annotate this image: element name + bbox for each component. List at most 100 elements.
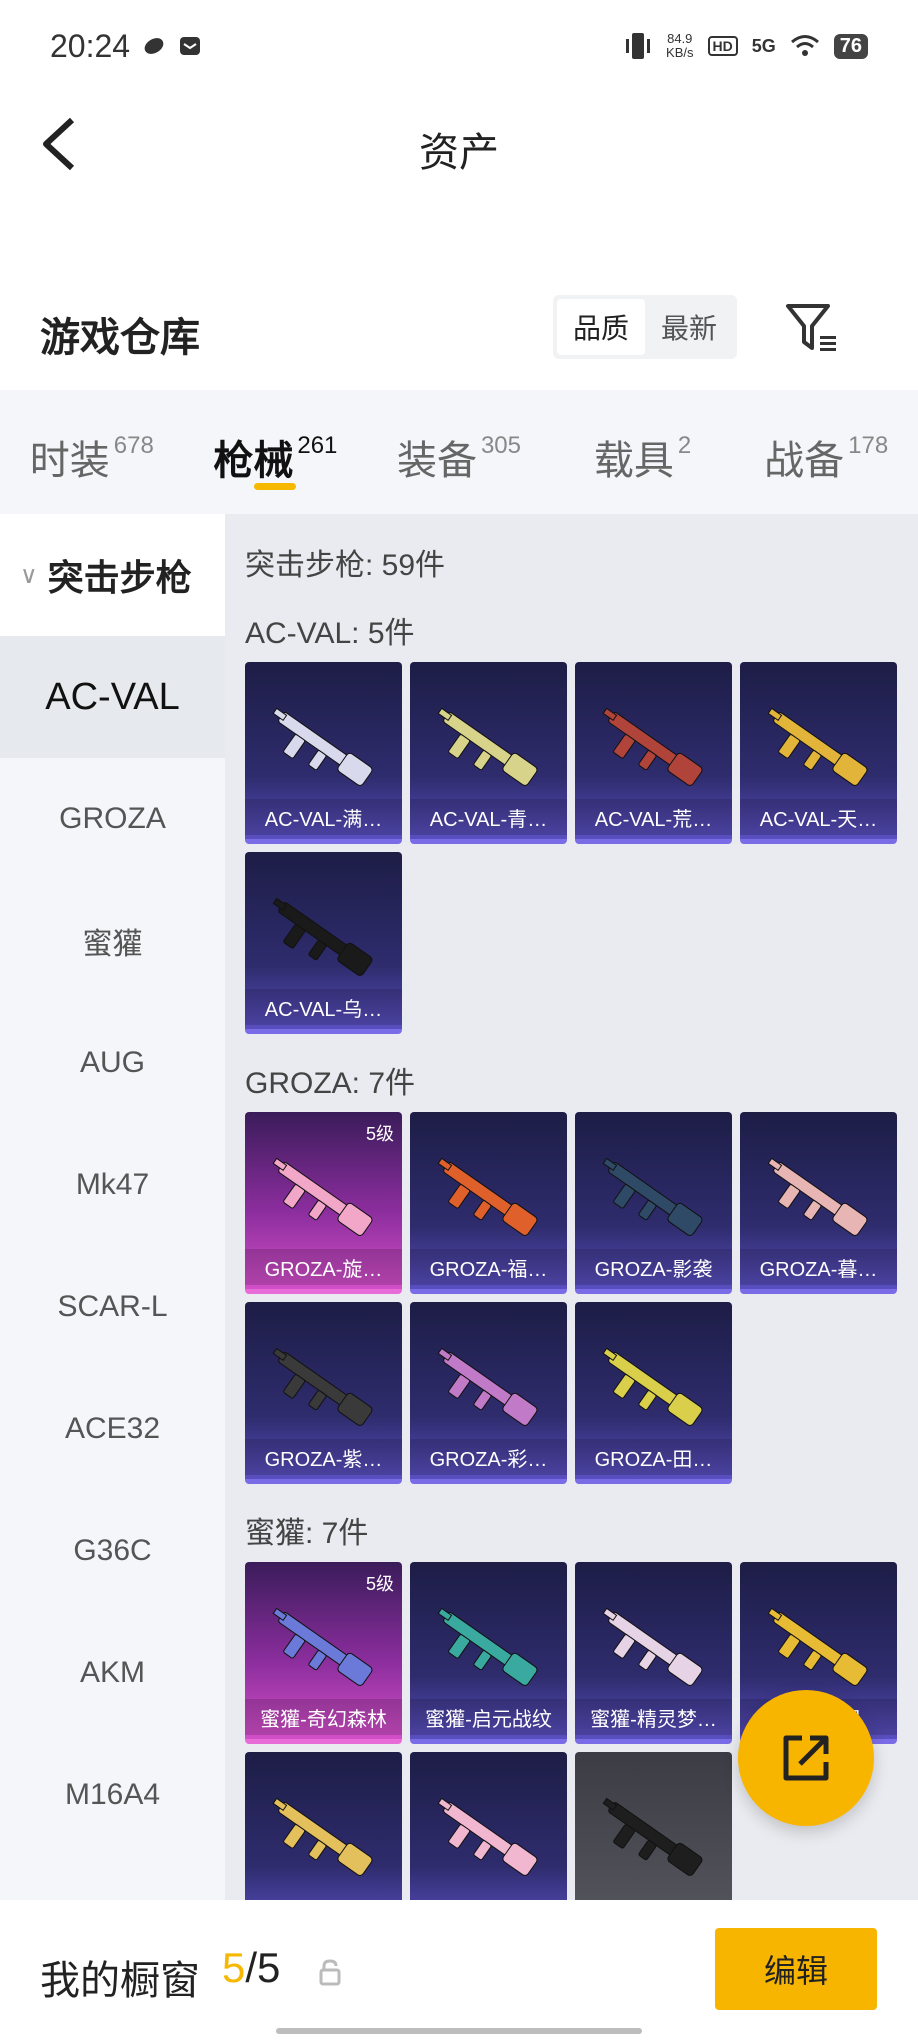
- group-title: 蜜獾: 7件: [245, 1517, 369, 1550]
- group-title: AC-VAL: 5件: [245, 617, 415, 650]
- rifle-icon: [272, 1347, 373, 1426]
- weapon-name: 蜜獾-启元战纹: [410, 1699, 567, 1735]
- category-tabs: 时装 678 枪械 261 装备 305 载具 2 战备 178: [0, 390, 918, 514]
- rifle-icon: [602, 1607, 703, 1686]
- home-indicator: [276, 2028, 642, 2034]
- rifle-icon: [437, 1157, 538, 1236]
- sidebar-item-weapon[interactable]: 蜜獾: [0, 880, 225, 1002]
- sidebar-category-assault-rifle[interactable]: ∨ 突击步枪: [0, 514, 225, 636]
- tab-supplies[interactable]: 战备 178: [734, 390, 918, 514]
- chevron-down-icon: ∨: [20, 561, 38, 589]
- weapon-name: AC-VAL-荒…: [575, 799, 732, 835]
- vibrate-icon: [626, 33, 651, 59]
- weapon-card[interactable]: GROZA-暮…: [740, 1112, 897, 1294]
- weapon-card[interactable]: 蜜獾-精灵梦…: [575, 1562, 732, 1744]
- weapon-name: 蜜獾-精灵梦…: [575, 1699, 732, 1735]
- showcase-count: 5/5: [222, 1944, 281, 1991]
- weapon-name: AC-VAL-乌…: [245, 989, 402, 1025]
- weapon-card[interactable]: 5级蜜獾-奇幻森林: [245, 1562, 402, 1744]
- message-notification-icon: [180, 37, 201, 55]
- rifle-icon: [272, 1607, 373, 1686]
- rifle-icon: [437, 707, 538, 786]
- weapon-sidebar: ∨ 突击步枪 AC-VAL GROZA 蜜獾 AUG Mk47 SCAR-L ACE32 G3…: [0, 514, 225, 1900]
- tab-firearms[interactable]: 枪械 261: [184, 390, 368, 514]
- weapon-name: GROZA-暮…: [740, 1249, 897, 1285]
- rifle-icon: [437, 1347, 538, 1426]
- app-notification-icon: [144, 38, 164, 54]
- showcase-bar: 我的橱窗 5/5 编辑: [0, 1900, 918, 2040]
- sidebar-item-weapon[interactable]: AUG: [0, 1002, 225, 1124]
- hd-badge: HD: [707, 36, 738, 56]
- share-icon: [783, 1735, 829, 1781]
- filter-icon[interactable]: [784, 300, 840, 356]
- weapon-card[interactable]: GROZA-福…: [410, 1112, 567, 1294]
- weapon-card[interactable]: AC-VAL-荒…: [575, 662, 732, 844]
- edit-button[interactable]: 编辑: [715, 1928, 877, 2010]
- tab-equipment[interactable]: 装备 305: [367, 390, 551, 514]
- tab-fashion[interactable]: 时装 678: [0, 390, 184, 514]
- weapon-name: GROZA-旋…: [245, 1249, 402, 1285]
- rifle-icon: [602, 1157, 703, 1236]
- wifi-icon: [790, 35, 819, 56]
- item-grid: 5级 GROZA-旋… GROZA-福… GROZA-影袭 GROZA-暮… GROZA-…: [245, 1112, 918, 1484]
- weapon-name: GROZA-紫…: [245, 1439, 402, 1475]
- tab-vehicles[interactable]: 载具 2: [551, 390, 735, 514]
- weapon-card[interactable]: GROZA-紫…: [245, 1302, 402, 1484]
- share-button[interactable]: [738, 1690, 874, 1826]
- level-badge: 5级: [365, 1574, 394, 1594]
- sidebar-item-weapon[interactable]: Mk47: [0, 1124, 225, 1246]
- weapon-card[interactable]: GROZA-田…: [575, 1302, 732, 1484]
- sidebar-item-weapon[interactable]: M16A4: [0, 1734, 225, 1856]
- network-type: 5G: [751, 35, 776, 56]
- rifle-icon: [272, 1157, 373, 1236]
- weapon-card[interactable]: AC-VAL-天…: [740, 662, 897, 844]
- weapon-name: AC-VAL-青…: [410, 799, 567, 835]
- sort-newest-button[interactable]: 最新: [645, 299, 733, 355]
- rifle-icon: [767, 707, 868, 786]
- weapon-card[interactable]: GROZA-影袭: [575, 1112, 732, 1294]
- sidebar-item-weapon[interactable]: AKM: [0, 1612, 225, 1734]
- sidebar-item-weapon[interactable]: GROZA: [0, 758, 225, 880]
- rifle-icon: [602, 707, 703, 786]
- network-speed: 84.9 KB/s: [666, 31, 694, 60]
- rifle-icon: [437, 1607, 538, 1686]
- weapon-card[interactable]: AC-VAL-乌…: [245, 852, 402, 1034]
- rifle-icon: [272, 1797, 373, 1876]
- weapon-name: GROZA-影袭: [575, 1249, 732, 1285]
- battery-indicator: 76: [833, 33, 868, 59]
- rifle-icon: [272, 897, 373, 976]
- sidebar-item-weapon[interactable]: SCAR-L: [0, 1246, 225, 1368]
- weapon-name: 蜜獾-奇幻森林: [245, 1699, 402, 1735]
- rifle-icon: [437, 1797, 538, 1876]
- sort-quality-button[interactable]: 品质: [557, 299, 645, 355]
- header: 资产: [0, 92, 918, 192]
- weapon-card[interactable]: 蜜獾-启元战纹: [410, 1562, 567, 1744]
- weapon-card[interactable]: AC-VAL-青…: [410, 662, 567, 844]
- lock-icon: [319, 1959, 341, 1986]
- weapon-card[interactable]: GROZA-彩…: [410, 1302, 567, 1484]
- level-badge: 5级: [365, 1124, 394, 1144]
- status-time: 20:24: [50, 27, 131, 64]
- rifle-icon: [602, 1347, 703, 1426]
- category-total: 突击步枪: 59件: [245, 549, 446, 582]
- page-title: 资产: [419, 131, 499, 175]
- weapon-name: GROZA-福…: [410, 1249, 567, 1285]
- rifle-icon: [767, 1607, 868, 1686]
- item-grid: AC-VAL-满… AC-VAL-青… AC-VAL-荒… AC-VAL-天… AC-V…: [245, 662, 918, 1034]
- weapon-card[interactable]: 5级 GROZA-旋…: [245, 1112, 402, 1294]
- rifle-icon: [272, 707, 373, 786]
- rifle-icon: [602, 1797, 703, 1876]
- weapon-card[interactable]: [410, 1752, 567, 1900]
- sidebar-item-weapon[interactable]: G36C: [0, 1490, 225, 1612]
- sidebar-item-weapon[interactable]: AC-VAL: [0, 636, 225, 758]
- weapon-name: AC-VAL-满…: [245, 799, 402, 835]
- sidebar-item-weapon[interactable]: ACE32: [0, 1368, 225, 1490]
- group-title: GROZA: 7件: [245, 1067, 416, 1100]
- warehouse-title: 游戏仓库: [40, 316, 200, 360]
- sort-toggle: 品质 最新: [553, 295, 737, 359]
- weapon-card[interactable]: [245, 1752, 402, 1900]
- weapon-card[interactable]: AC-VAL-满…: [245, 662, 402, 844]
- weapon-card[interactable]: [575, 1752, 732, 1900]
- weapon-name: GROZA-彩…: [410, 1439, 567, 1475]
- showcase-label: 我的橱窗: [40, 1959, 200, 2003]
